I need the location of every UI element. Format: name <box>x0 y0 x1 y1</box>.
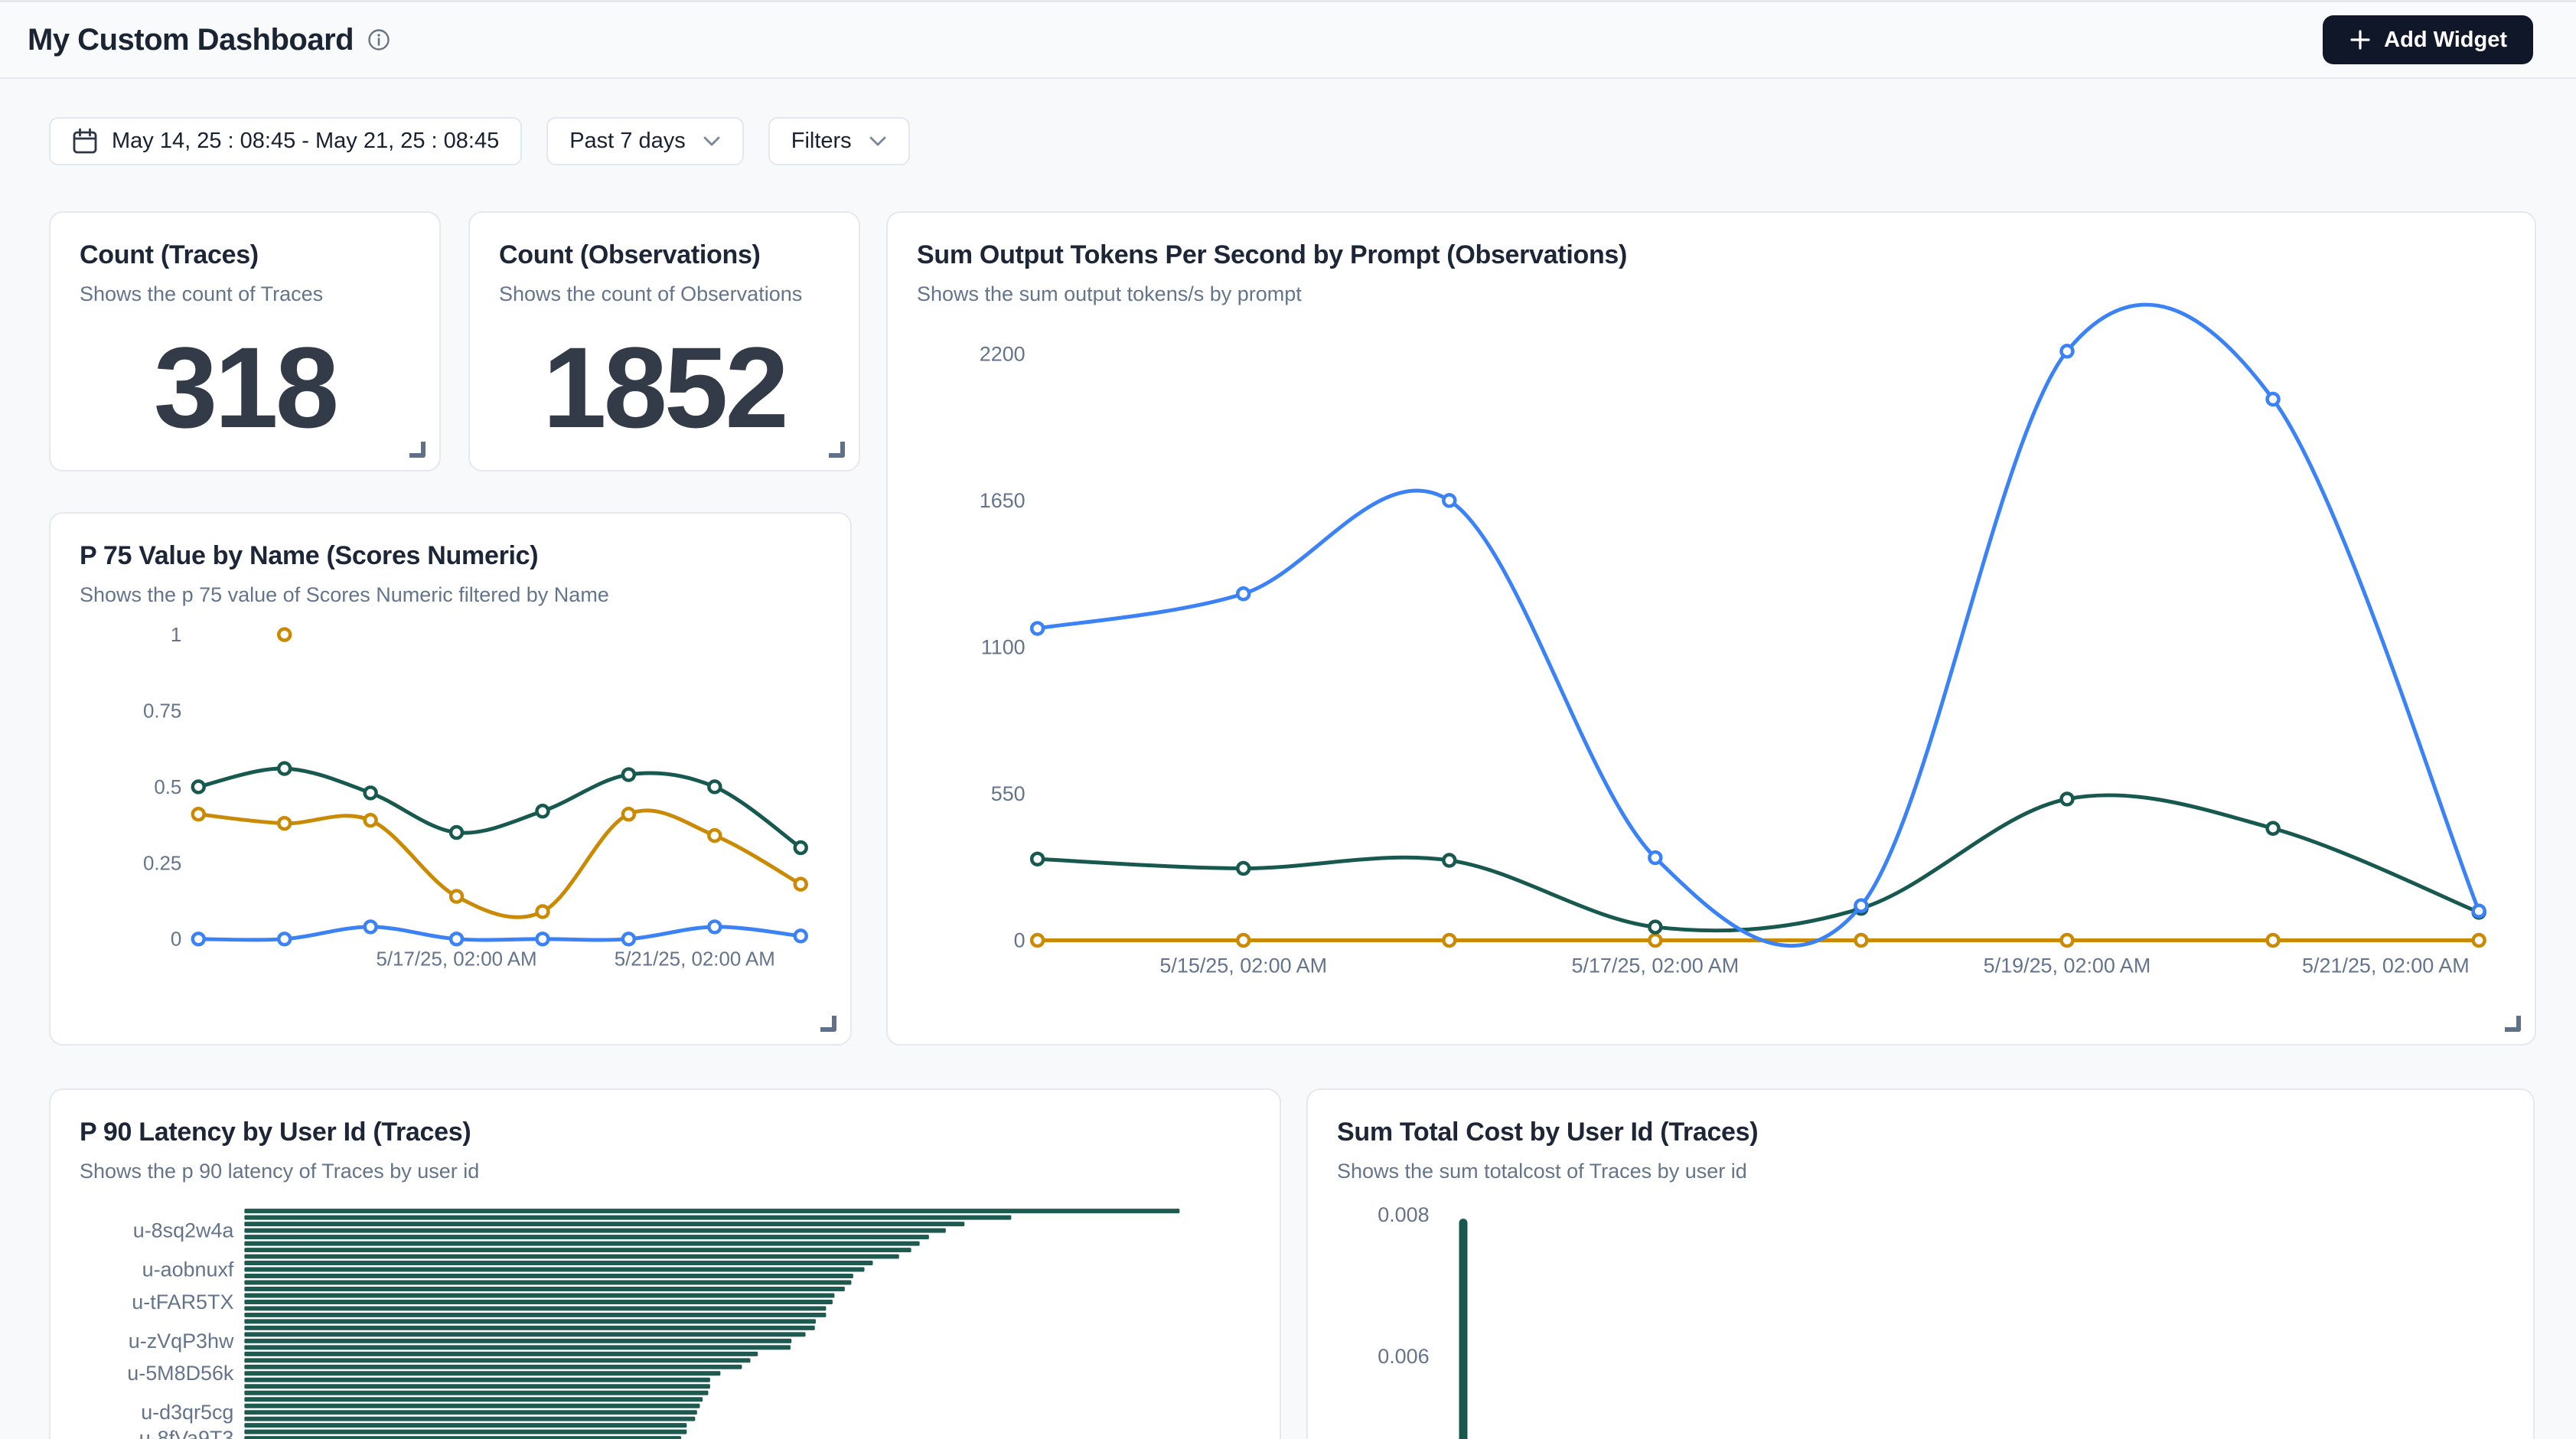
widget-subtitle: Shows the count of Observations <box>499 282 830 306</box>
p75-line-chart[interactable]: 0 0.25 0.5 0.75 1 5/17/25, 02:00 AM 5/21/25, 0… <box>51 514 850 1044</box>
svg-text:5/19/25, 02:00 AM: 5/19/25, 02:00 AM <box>1984 954 2151 977</box>
svg-text:0: 0 <box>171 929 181 951</box>
date-range-value: May 14, 25 : 08:45 - May 21, 25 : 08:45 <box>112 129 499 154</box>
svg-text:u-5M8D56k: u-5M8D56k <box>127 1362 234 1385</box>
resize-handle[interactable] <box>829 442 845 458</box>
date-range-picker[interactable]: May 14, 25 : 08:45 - May 21, 25 : 08:45 <box>49 117 522 165</box>
tokens-line-chart[interactable]: 0 550 1100 1650 2200 5/15/25, 02:00 AM 5/17/25… <box>888 213 2535 1044</box>
svg-text:1650: 1650 <box>980 489 1026 512</box>
resize-handle[interactable] <box>820 1016 836 1032</box>
svg-text:0.75: 0.75 <box>143 700 181 722</box>
count-value: 1852 <box>470 305 859 470</box>
resize-handle[interactable] <box>409 442 426 458</box>
svg-text:5/21/25, 02:00 AM: 5/21/25, 02:00 AM <box>2302 954 2470 977</box>
svg-text:5/17/25, 02:00 AM: 5/17/25, 02:00 AM <box>1572 954 1740 977</box>
time-preset-dropdown[interactable]: Past 7 days <box>546 117 744 165</box>
widget-tokens-chart: Sum Output Tokens Per Second by Prompt (… <box>886 211 2536 1046</box>
page-title: My Custom Dashboard <box>28 23 354 57</box>
svg-text:0.006: 0.006 <box>1378 1345 1429 1368</box>
svg-text:0.008: 0.008 <box>1378 1203 1429 1226</box>
svg-text:u-aobnuxf: u-aobnuxf <box>142 1258 234 1281</box>
plus-icon <box>2349 28 2372 51</box>
widget-title: Count (Traces) <box>80 240 410 270</box>
svg-text:u-zVqP3hw: u-zVqP3hw <box>129 1330 234 1353</box>
widget-p75-chart: P 75 Value by Name (Scores Numeric) Show… <box>49 512 852 1046</box>
svg-text:u-d3qr5cg: u-d3qr5cg <box>141 1401 233 1424</box>
page-header: My Custom Dashboard Add Widget <box>0 2 2576 79</box>
widget-p90-chart: P 90 Latency by User Id (Traces) Shows t… <box>49 1088 1281 1439</box>
widget-count-observations: Count (Observations) Shows the count of … <box>468 211 860 472</box>
widget-cost-chart: Sum Total Cost by User Id (Traces) Shows… <box>1306 1088 2535 1439</box>
chevron-down-icon <box>869 135 887 147</box>
info-icon[interactable] <box>367 28 390 51</box>
svg-text:0.25: 0.25 <box>143 853 181 874</box>
svg-text:0: 0 <box>1014 928 1026 951</box>
svg-text:550: 550 <box>991 782 1026 805</box>
widget-count-traces: Count (Traces) Shows the count of Traces… <box>49 211 441 472</box>
resize-handle[interactable] <box>2505 1016 2521 1032</box>
widget-title: Count (Observations) <box>499 240 830 270</box>
svg-text:u-tFAR5TX: u-tFAR5TX <box>132 1291 233 1313</box>
svg-text:5/21/25, 02:00 AM: 5/21/25, 02:00 AM <box>615 949 775 971</box>
svg-text:1100: 1100 <box>981 635 1026 658</box>
filters-label: Filters <box>791 129 852 154</box>
filters-dropdown[interactable]: Filters <box>768 117 910 165</box>
chevron-down-icon <box>703 135 721 147</box>
time-preset-value: Past 7 days <box>569 129 686 154</box>
cost-bar-chart[interactable]: 0.008 0.006 <box>1308 1090 2533 1439</box>
svg-text:u-8sq2w4a: u-8sq2w4a <box>133 1219 234 1242</box>
svg-text:5/17/25, 02:00 AM: 5/17/25, 02:00 AM <box>376 949 536 971</box>
widget-subtitle: Shows the count of Traces <box>80 282 410 306</box>
svg-text:u-8fVa9T3: u-8fVa9T3 <box>139 1427 234 1439</box>
svg-text:5/15/25, 02:00 AM: 5/15/25, 02:00 AM <box>1159 954 1327 977</box>
filter-toolbar: May 14, 25 : 08:45 - May 21, 25 : 08:45 … <box>49 117 910 165</box>
add-widget-label: Add Widget <box>2384 28 2507 53</box>
svg-text:2200: 2200 <box>980 342 1026 365</box>
svg-text:0.5: 0.5 <box>154 777 181 798</box>
p90-bar-chart[interactable]: u-8sq2w4a u-aobnuxf u-tFAR5TX u-zVqP3hw u-5M… <box>51 1090 1280 1439</box>
calendar-icon <box>72 128 98 155</box>
add-widget-button[interactable]: Add Widget <box>2323 15 2533 64</box>
count-value: 318 <box>51 305 439 470</box>
svg-text:1: 1 <box>171 625 181 646</box>
